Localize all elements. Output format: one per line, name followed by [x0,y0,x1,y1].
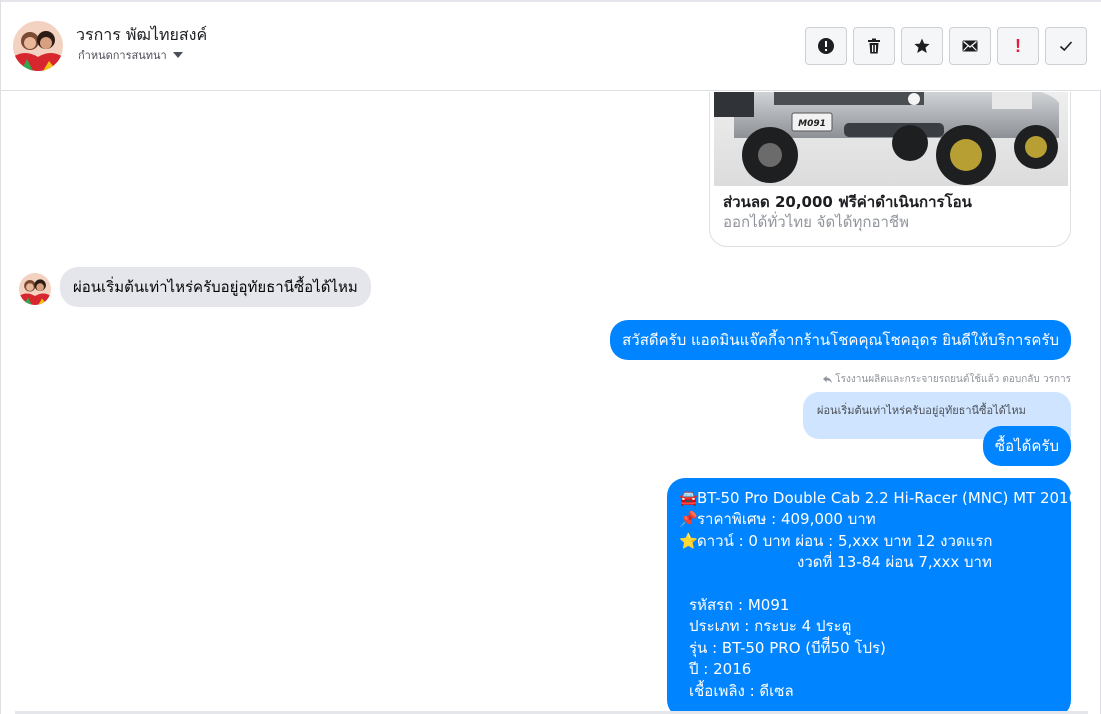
reply-context-note: โรงงานผลิตและกระจายรถยนต์ใช้แล้ว ตอบกลับ… [823,372,1071,387]
reply-arrow-icon [823,375,833,384]
checkmark-icon [1059,41,1073,52]
offer-line: ⭐ ดาวน์ : 0 บาท ผ่อน : 5,xxx บาท 12 งวดแร… [679,531,1059,552]
envelope-icon [962,40,978,52]
offer-line-text: ดาวน์ : 0 บาท ผ่อน : 5,xxx บาท 12 งวดแรก [697,531,993,550]
star-icon [914,38,930,53]
offer-line-emoji-icon: 🚘 [679,489,698,507]
car-photo: M091 [714,92,1068,186]
offer-line [679,574,1059,595]
offer-line-emoji-icon: 📌 [679,510,698,529]
conversation-actions: ! [805,27,1087,65]
alert-circle-icon [818,38,834,54]
mark-done-button[interactable] [1045,27,1087,65]
license-plate-text: M091 [798,119,826,129]
delete-conversation-button[interactable] [853,27,895,65]
link-preview-card[interactable]: M091 ส่วนลด 20,000 ฟรีค่าดำเนินการโอน ออ… [709,92,1071,247]
star-conversation-button[interactable] [901,27,943,65]
offer-line: งวดที่ 13-84 ผ่อน 7,xxx บาท [679,552,1059,573]
mark-unread-button[interactable] [949,27,991,65]
outgoing-reply-message[interactable]: ซื้อได้ครับ [982,426,1071,466]
link-preview-subtitle: ออกได้ทั่วไทย จัดได้ทุกอาชีพ [723,213,909,231]
reply-context-text: โรงงานผลิตและกระจายรถยนต์ใช้แล้ว ตอบกลับ… [835,374,1071,385]
offer-line: เชื้อเพลิง : ดีเซล [679,681,1059,702]
header-divider [1,0,1101,2]
outgoing-message[interactable]: สวัสดีครับ แอดมินแจ๊คกี้จากร้านโชคคุณโชค… [610,320,1071,360]
message-thread[interactable]: M091 ส่วนลด 20,000 ฟรีค่าดำเนินการโอน ออ… [1,92,1101,712]
offer-line-text: BT-50 Pro Double Cab 2.2 Hi-Racer (MNC) … [697,489,1079,507]
inbox-conversation-panel: วรการ พัฒไทยสงค์ กำหนดการสนทนา ! M091 ส่… [0,0,1101,714]
car-offer-message[interactable]: 🚘 BT-50 Pro Double Cab 2.2 Hi-Racer (MNC)… [667,478,1078,712]
exclamation-icon: ! [1015,35,1021,56]
offer-line-text: รุ่น : BT-50 PRO (บีทีี50 โปร) [689,638,886,657]
offer-line-text [679,574,684,595]
contact-name[interactable]: วรการ พัฒไทยสงค์ [76,23,207,48]
car-offer-lines: 🚘 BT-50 Pro Double Cab 2.2 Hi-Racer (MNC)… [679,488,1078,702]
trash-icon [868,38,880,54]
mark-spam-button[interactable] [805,27,847,65]
caret-down-icon [172,52,183,58]
offer-line-text: เชื้อเพลิง : ดีเซล [689,681,794,700]
offer-line-text: รหัสรถ : M091 [689,596,790,615]
offer-line: 🚘 BT-50 Pro Double Cab 2.2 Hi-Racer (MNC)… [679,488,1078,509]
offer-line-text: ปี : 2016 [689,660,752,679]
conversation-settings-label: กำหนดการสนทนา [78,49,167,62]
conversation-settings-dropdown[interactable]: กำหนดการสนทนา [78,46,183,64]
offer-line: ประเภท : กระบะ 4 ประตู [679,616,1059,637]
contact-avatar[interactable] [13,21,63,71]
offer-line: 📌 ราคาพิเศษ : 409,000 บาท [679,509,1059,530]
conversation-header: วรการ พัฒไทยสงค์ กำหนดการสนทนา ! [1,0,1101,91]
offer-line-text: งวดที่ 13-84 ผ่อน 7,xxx บาท [797,553,992,572]
sender-avatar[interactable] [19,273,51,305]
incoming-message[interactable]: ผ่อนเริ่มต้นเท่าไหร่ครับอยู่อุทัยธานีซื้… [60,267,371,307]
offer-line: รุ่น : BT-50 PRO (บีทีี50 โปร) [679,638,1059,659]
follow-up-button[interactable]: ! [997,27,1039,65]
offer-line: ปี : 2016 [679,659,1059,680]
offer-line-emoji-icon: ⭐ [679,531,698,550]
offer-line-text: ประเภท : กระบะ 4 ประตู [689,617,852,636]
offer-line: รหัสรถ : M091 [679,595,1059,616]
offer-line-text: ราคาพิเศษ : 409,000 บาท [697,510,876,529]
